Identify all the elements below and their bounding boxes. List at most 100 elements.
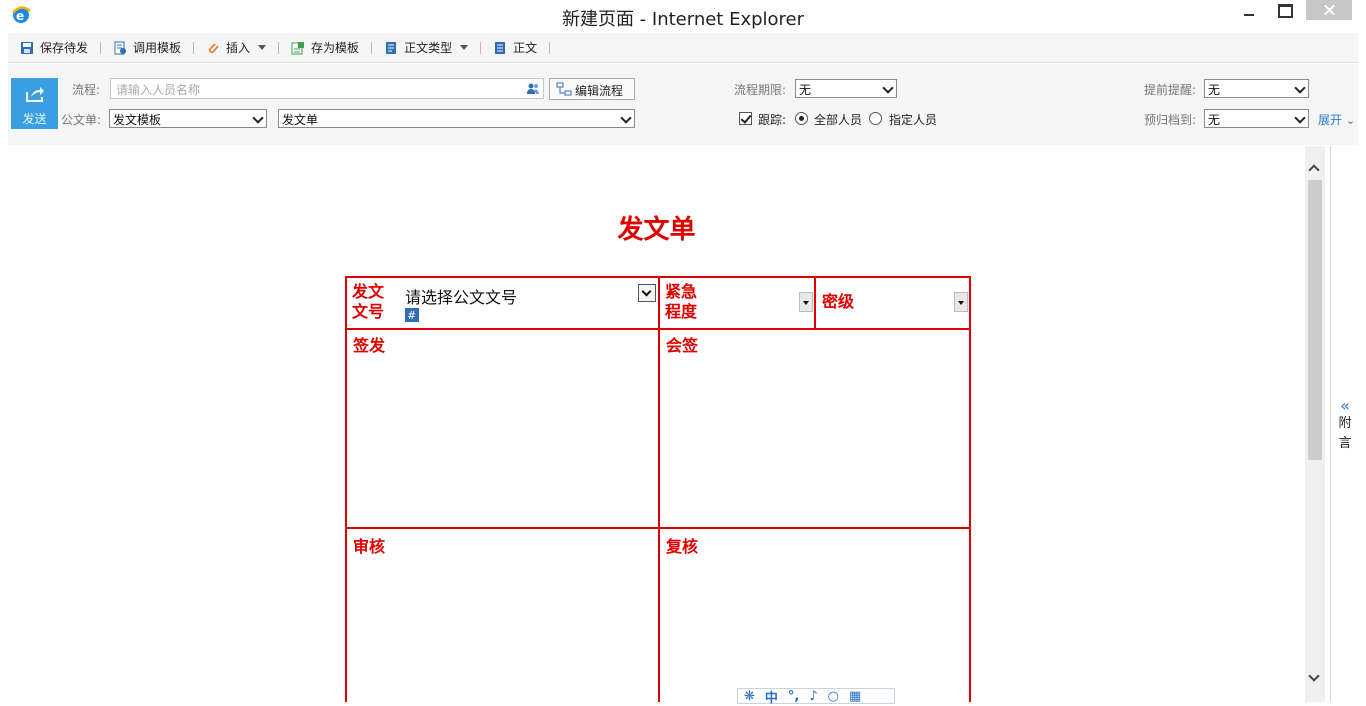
- voice-icon[interactable]: ♪: [809, 689, 817, 704]
- toolbar-divider: [549, 41, 551, 54]
- deadline-select[interactable]: 无: [795, 79, 897, 98]
- reminder-select[interactable]: 无: [1204, 79, 1309, 98]
- countersign-cell[interactable]: 会签: [658, 328, 971, 529]
- send-settings-panel: 发送 流程: 请输入人员名称 编辑流程 公文单: 发文模板 发文单 流程期限: …: [8, 64, 1358, 145]
- save-as-template-label: 存为模板: [311, 41, 360, 55]
- paw-icon[interactable]: ❋: [744, 689, 755, 704]
- toolbar-divider: [371, 41, 373, 54]
- scroll-down-icon[interactable]: [1308, 670, 1320, 682]
- send-button[interactable]: 发送: [11, 78, 58, 129]
- search-icon[interactable]: ○: [828, 689, 839, 704]
- grid-menu-icon[interactable]: ▦: [849, 689, 861, 704]
- chevron-down-icon: [620, 112, 632, 124]
- chevron-down-icon: [460, 45, 469, 50]
- minimize-button[interactable]: [1233, 0, 1261, 26]
- track-checkbox[interactable]: [739, 112, 752, 125]
- sign-issue-label: 签发: [353, 336, 386, 355]
- archive-select-value: 无: [1208, 113, 1221, 127]
- save-as-template-button[interactable]: 存为模板: [285, 36, 365, 60]
- insert-menu-button[interactable]: 插入: [200, 36, 272, 60]
- chevron-down-icon: [1294, 112, 1306, 124]
- official-doc-label: 公文单:: [61, 113, 102, 127]
- close-button[interactable]: [1306, 0, 1352, 20]
- recheck-label: 复核: [666, 537, 699, 556]
- chevron-down-icon: [258, 45, 267, 50]
- attached-message-toggle[interactable]: « 附 言: [1331, 398, 1359, 454]
- save-icon: [21, 41, 33, 54]
- svg-text:#: #: [407, 309, 416, 322]
- secrecy-label: 密级: [822, 292, 855, 311]
- document-canvas: 发文单 发文 文号 请选择公文文号 # 紧急 程度 密级 签发 会签 审核 复核: [8, 146, 1305, 702]
- document-title: 发文单: [617, 215, 696, 245]
- chevron-down-icon: [641, 286, 652, 297]
- vertical-scrollbar[interactable]: [1305, 146, 1325, 702]
- track-all-radio[interactable]: [795, 112, 808, 125]
- document-type-icon: [386, 41, 397, 54]
- doc-number-dropdown[interactable]: [638, 284, 656, 302]
- flow-label: 流程:: [72, 83, 101, 97]
- track-label: 跟踪:: [758, 113, 787, 127]
- scroll-up-icon[interactable]: [1308, 164, 1320, 176]
- doc-number-label-line1: 发文: [352, 282, 385, 301]
- document-icon: [495, 41, 506, 54]
- insert-label: 插入: [226, 41, 251, 55]
- secrecy-dropdown[interactable]: [954, 292, 968, 312]
- template-select[interactable]: 发文模板: [109, 109, 267, 128]
- double-chevron-down-icon: ⌄: [1345, 114, 1356, 127]
- chevron-down-icon: [252, 112, 264, 124]
- doc-number-select-text[interactable]: 请选择公文文号: [405, 284, 517, 308]
- sign-issue-cell[interactable]: 签发: [345, 328, 660, 529]
- punctuation-icon[interactable]: °,: [788, 689, 799, 704]
- toolbar-divider: [100, 41, 102, 54]
- doc-number-edit-icon[interactable]: #: [405, 308, 419, 322]
- toolbar-divider: [480, 41, 482, 54]
- save-draft-label: 保存待发: [40, 41, 89, 55]
- side-panel-label-2: 言: [1338, 436, 1352, 451]
- deadline-select-value: 无: [799, 83, 812, 97]
- document-body-label: 正文: [513, 41, 538, 55]
- recheck-cell[interactable]: 复核: [658, 527, 971, 702]
- send-share-icon: [26, 87, 44, 102]
- edit-flow-button[interactable]: 编辑流程: [549, 78, 635, 100]
- send-label: 发送: [22, 112, 47, 126]
- use-template-label: 调用模板: [133, 41, 182, 55]
- archive-select[interactable]: 无: [1204, 109, 1309, 128]
- urgency-label-line2: 程度: [665, 302, 698, 321]
- people-icon[interactable]: [526, 82, 540, 95]
- maximize-button[interactable]: [1270, 0, 1298, 26]
- document-type-menu-button[interactable]: 正文类型: [378, 36, 474, 60]
- urgency-label-line1: 紧急: [665, 282, 698, 301]
- urgency-cell: 紧急 程度: [658, 276, 816, 330]
- document-body-button[interactable]: 正文: [487, 36, 543, 60]
- track-specific-radio[interactable]: [869, 112, 882, 125]
- expand-label: 展开: [1318, 113, 1343, 127]
- flow-chart-icon: [556, 82, 572, 96]
- chevron-down-icon: [882, 82, 894, 94]
- review-cell[interactable]: 审核: [345, 527, 660, 702]
- expand-link[interactable]: 展开 ⌄: [1318, 111, 1355, 128]
- secrecy-cell: 密级: [814, 276, 971, 330]
- document-toolbar: 保存待发 调用模板 插入 存为模板 正文类型 正文: [8, 33, 1358, 63]
- double-chevron-left-icon: «: [1340, 396, 1350, 415]
- form-select[interactable]: 发文单: [278, 109, 635, 128]
- reminder-label: 提前提醒:: [1144, 83, 1197, 97]
- urgency-dropdown[interactable]: [799, 292, 813, 312]
- toolbar-divider: [193, 41, 195, 54]
- use-template-button[interactable]: 调用模板: [107, 36, 187, 60]
- archive-label: 预归档到:: [1144, 113, 1197, 127]
- save-draft-button[interactable]: 保存待发: [14, 36, 94, 60]
- dispatch-form-table: 发文 文号 请选择公文文号 # 紧急 程度 密级 签发 会签 审核 复核: [345, 276, 971, 702]
- ime-lang-toggle[interactable]: 中: [765, 687, 778, 706]
- edit-flow-label: 编辑流程: [575, 84, 624, 98]
- review-label: 审核: [353, 537, 386, 556]
- template-icon: [114, 41, 127, 54]
- reminder-select-value: 无: [1208, 83, 1221, 97]
- save-as-template-icon: [291, 41, 305, 54]
- chevron-down-icon: [1294, 82, 1306, 94]
- doc-number-label-line2: 文号: [352, 302, 385, 321]
- track-specific-label: 指定人员: [889, 113, 938, 127]
- scrollbar-thumb[interactable]: [1308, 180, 1322, 460]
- form-select-value: 发文单: [282, 113, 319, 127]
- window-title: 新建页面 - Internet Explorer: [561, 9, 805, 30]
- flow-input[interactable]: 请输入人员名称: [110, 78, 544, 99]
